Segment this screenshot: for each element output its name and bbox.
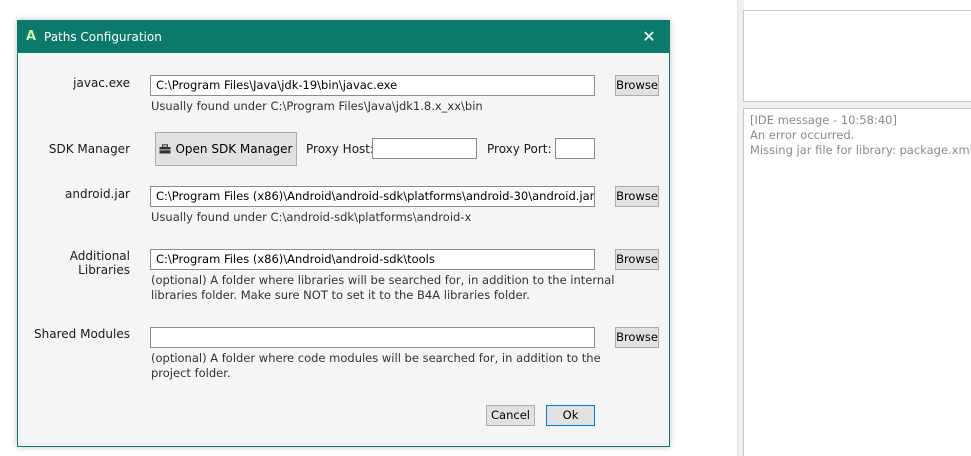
android-jar-path-input[interactable]: C:\Program Files (x86)\Android\android-s… <box>150 186 595 207</box>
android-jar-label: android.jar <box>65 187 130 201</box>
close-icon: ✕ <box>642 27 656 46</box>
sdk-manager-label: SDK Manager <box>48 142 130 156</box>
paths-configuration-dialog: A Paths Configuration ✕ javac.exe C:\Pro… <box>17 20 670 447</box>
toolbox-icon <box>159 144 171 154</box>
open-sdk-manager-button[interactable]: Open SDK Manager <box>155 132 297 166</box>
ide-log-line: [IDE message - 10:58:40] <box>750 113 897 127</box>
additional-libraries-hint-line2: libraries folder. Make sure NOT to set i… <box>151 288 530 302</box>
shared-modules-hint-line1: (optional) A folder where code modules w… <box>151 351 601 365</box>
ide-log-line: An error occurred. <box>750 128 855 142</box>
android-jar-hint: Usually found under C:\android-sdk\platf… <box>151 210 472 224</box>
dialog-titlebar[interactable]: A Paths Configuration ✕ <box>18 21 669 53</box>
open-sdk-manager-label: Open SDK Manager <box>175 142 293 156</box>
proxy-host-input[interactable] <box>372 138 477 159</box>
proxy-port-label: Proxy Port: <box>487 142 552 156</box>
shared-modules-path-input[interactable] <box>150 327 595 348</box>
additional-libraries-path-input[interactable]: C:\Program Files (x86)\Android\android-s… <box>150 249 595 270</box>
additional-libraries-label: Additional Libraries <box>69 249 130 277</box>
javac-hint: Usually found under C:\Program Files\Jav… <box>151 99 483 113</box>
javac-path-input[interactable]: C:\Program Files\Java\jdk-19\bin\javac.e… <box>150 75 595 96</box>
shared-modules-label: Shared Modules <box>34 327 130 341</box>
additional-libraries-hint-line1: (optional) A folder where libraries will… <box>151 273 615 287</box>
javac-browse-button[interactable]: Browse <box>615 75 659 96</box>
dialog-title: Paths Configuration <box>44 30 162 44</box>
ide-log-panel: [IDE message - 10:58:40] An error occurr… <box>743 108 971 456</box>
close-button[interactable]: ✕ <box>637 25 661 49</box>
proxy-port-input[interactable] <box>555 138 595 159</box>
proxy-host-label: Proxy Host: <box>306 142 375 156</box>
additional-libraries-browse-button[interactable]: Browse <box>615 249 659 270</box>
b4a-app-icon: A <box>26 29 37 44</box>
android-jar-browse-button[interactable]: Browse <box>615 186 659 207</box>
ide-side-panel <box>743 10 971 102</box>
ide-log-line: Missing jar file for library: package.xm… <box>750 143 971 157</box>
shared-modules-hint-line2: project folder. <box>151 366 231 380</box>
cancel-button[interactable]: Cancel <box>486 405 535 426</box>
javac-label: javac.exe <box>73 76 130 90</box>
shared-modules-browse-button[interactable]: Browse <box>615 327 659 348</box>
ok-button[interactable]: Ok <box>546 405 595 426</box>
